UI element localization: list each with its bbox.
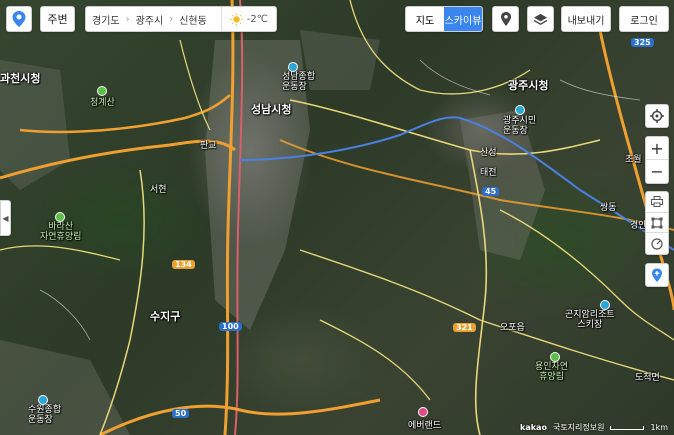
zoom-control: + − — [645, 136, 669, 184]
place-suji[interactable]: 수지구 — [150, 308, 180, 324]
place-gwangju-stadium[interactable]: 광주시민 운동장 — [503, 116, 536, 136]
breadcrumb-city[interactable]: 광주시 — [130, 12, 170, 27]
place-gwacheon-hall[interactable]: 과천시청 — [0, 70, 40, 86]
add-place-button[interactable] — [645, 263, 669, 287]
place-opo[interactable]: 오포읍 — [500, 320, 525, 333]
scale-bar — [610, 425, 645, 430]
measure-radius-button[interactable] — [646, 233, 668, 254]
place-chowol[interactable]: 초월 — [625, 152, 642, 165]
kakaomap-logo-button[interactable] — [6, 6, 32, 32]
poi-pin[interactable] — [515, 105, 525, 115]
weather-temperature: -2℃ — [246, 13, 268, 25]
place-seongnam-stadium[interactable]: 성남종합 운동장 — [282, 72, 315, 92]
road-shield: 134 — [172, 260, 195, 269]
place-docheok[interactable]: 도척면 — [635, 370, 660, 383]
add-pin-icon — [652, 268, 662, 282]
place-yongin[interactable]: 용인자연 휴양림 — [535, 362, 568, 382]
breadcrumb: 경기도 › 광주시 › 신현동 -2℃ — [85, 6, 277, 32]
map-type-skyview-tab[interactable]: 스카이뷰 — [444, 7, 482, 31]
scale-label: 1km — [650, 423, 668, 432]
crosshair-icon — [650, 109, 664, 123]
login-button[interactable]: 로그인 — [619, 6, 669, 32]
place-everland[interactable]: 에버랜드 — [408, 418, 441, 431]
my-location-button[interactable] — [645, 104, 669, 128]
tool-group — [645, 191, 669, 255]
map-type-toggle: 지도 스카이뷰 — [405, 6, 483, 32]
satellite-map[interactable]: 과천시청 청계산 성남시청 성남종합 운동장 광주시청 광주시민 운동장 바라산… — [0, 0, 674, 435]
place-gonjiam[interactable]: 곤지암리조트 스키장 — [565, 310, 615, 330]
layers-button[interactable] — [527, 6, 554, 32]
map-pin-logo-icon — [12, 11, 26, 27]
print-button[interactable] — [646, 192, 668, 213]
chevron-left-icon: ◀ — [2, 213, 9, 223]
place-baragisan[interactable]: 바라산 자연휴양림 — [40, 222, 81, 242]
poi-pin[interactable] — [55, 212, 65, 222]
poi-pin[interactable] — [600, 300, 610, 310]
place-seongnam-hall[interactable]: 성남시청 — [251, 101, 291, 117]
place-gwangju-hall[interactable]: 광주시청 — [508, 77, 548, 93]
roadview-pin-icon — [500, 12, 511, 26]
export-button[interactable]: 내보내기 — [561, 6, 611, 32]
map-type-map-tab[interactable]: 지도 — [406, 7, 444, 31]
place-sanseong[interactable]: 산성 — [480, 145, 497, 158]
place-seohyeon[interactable]: 서현 — [150, 182, 167, 195]
sun-icon — [230, 12, 243, 26]
place-taejeon[interactable]: 태전 — [480, 165, 497, 178]
poi-pin[interactable] — [288, 62, 298, 72]
poi-pin[interactable] — [550, 352, 560, 362]
brand-logo[interactable]: kakao — [520, 423, 547, 432]
breadcrumb-province[interactable]: 경기도 — [86, 12, 126, 27]
road-shield: 45 — [482, 187, 500, 196]
poi-pin[interactable] — [418, 407, 428, 417]
layers-icon — [533, 13, 548, 25]
measure-area-button[interactable] — [646, 213, 668, 234]
nearby-button[interactable]: 주변 — [40, 6, 75, 32]
expand-sidebar-button[interactable]: ◀ — [0, 200, 11, 236]
radius-measure-icon — [651, 238, 663, 250]
zoom-out-icon[interactable]: − — [646, 160, 668, 183]
copyright-text: 국토지리정보원 — [552, 423, 605, 432]
poi-pin[interactable] — [97, 86, 107, 96]
road-shield: 325 — [631, 38, 654, 47]
area-measure-icon — [651, 217, 663, 228]
place-pangyo[interactable]: 판교 — [200, 138, 217, 151]
roadview-button[interactable] — [492, 6, 519, 32]
breadcrumb-dong[interactable]: 신현동 — [173, 12, 213, 27]
map-footer: kakao 국토지리정보원 1km — [520, 422, 668, 433]
road-shield: 50 — [172, 409, 190, 418]
map-roads-layer — [0, 0, 674, 435]
place-ssangdong[interactable]: 쌍동 — [600, 200, 617, 213]
weather-widget[interactable]: -2℃ — [220, 7, 276, 31]
road-shield: 321 — [453, 323, 476, 332]
zoom-in-icon[interactable]: + — [646, 137, 668, 161]
place-suwon-stadium[interactable]: 수원종합 운동장 — [28, 405, 61, 425]
print-icon — [651, 196, 663, 208]
poi-pin[interactable] — [38, 395, 48, 405]
place-cheonggyesan[interactable]: 청계산 — [90, 95, 115, 108]
road-shield: 100 — [219, 322, 242, 331]
